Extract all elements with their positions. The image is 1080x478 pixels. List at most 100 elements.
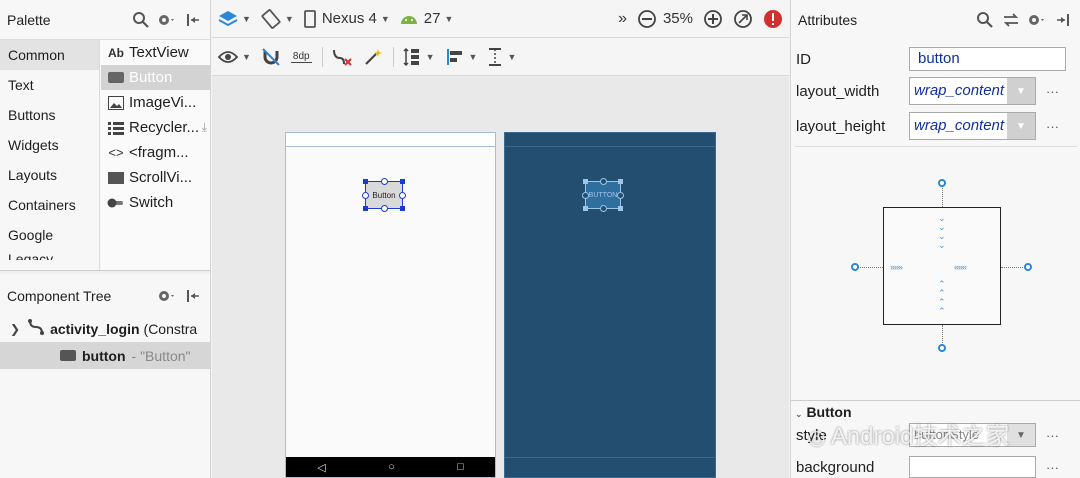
id-field[interactable]: button bbox=[909, 47, 1066, 71]
category-buttons[interactable]: Buttons bbox=[0, 100, 99, 130]
guidelines-button[interactable]: ▼ bbox=[487, 47, 516, 67]
search-icon[interactable] bbox=[130, 9, 152, 31]
zoom-fit-icon[interactable] bbox=[733, 9, 753, 29]
right-anchor-icon[interactable] bbox=[1024, 263, 1032, 271]
more-icon[interactable]: ··· bbox=[1046, 428, 1059, 443]
vertical-size-icon[interactable]: ⌃ ⌃ ⌃ ⌃ bbox=[938, 280, 946, 316]
layout-height-dropdown[interactable]: wrap_content ▼ bbox=[909, 112, 1036, 140]
design-preview[interactable]: Button ◁ ○ □ bbox=[285, 132, 496, 478]
blueprint-button[interactable]: BUTTON bbox=[582, 178, 624, 212]
status-bar bbox=[286, 133, 495, 147]
hide-panel-icon[interactable] bbox=[182, 285, 204, 307]
palette-item-label: <fragm... bbox=[129, 144, 189, 161]
fragment-icon: <> bbox=[108, 145, 124, 160]
preview-button[interactable]: Button bbox=[362, 178, 406, 212]
phone-icon bbox=[303, 9, 316, 28]
bottom-anchor-icon[interactable] bbox=[938, 344, 946, 352]
more-icon[interactable]: ··· bbox=[1046, 119, 1059, 134]
resize-handle[interactable] bbox=[400, 206, 405, 211]
left-anchor-icon[interactable] bbox=[851, 263, 859, 271]
chevron-down-icon[interactable]: ▼ bbox=[1007, 113, 1035, 139]
constraint-handle-left[interactable] bbox=[362, 192, 369, 199]
left-panel: Palette Common Text Buttons Widgets Layo… bbox=[0, 0, 211, 478]
palette-item-button[interactable]: Button bbox=[101, 65, 210, 90]
category-layouts[interactable]: Layouts bbox=[0, 160, 99, 190]
palette-item-textview[interactable]: Ab TextView bbox=[101, 40, 210, 65]
scrollview-icon bbox=[107, 171, 125, 184]
layout-toolbar: ▼ 8dp ▼ ▼ ▼ bbox=[212, 38, 789, 76]
hide-panel-icon[interactable] bbox=[182, 9, 204, 31]
constraint-handle-top[interactable] bbox=[600, 178, 607, 185]
palette-item-label: Recycler... bbox=[129, 119, 200, 136]
category-text[interactable]: Text bbox=[0, 70, 99, 100]
horizontal-size-icon[interactable]: ‹‹‹‹‹‹ bbox=[954, 263, 967, 272]
palette-item-recyclerview[interactable]: Recycler... ⤓ bbox=[101, 115, 210, 140]
constraint-handle-bottom[interactable] bbox=[600, 205, 607, 212]
panel-splitter[interactable] bbox=[0, 270, 210, 274]
error-icon[interactable] bbox=[763, 9, 783, 29]
resize-handle[interactable] bbox=[400, 179, 405, 184]
default-margin-button[interactable]: 8dp bbox=[290, 51, 312, 63]
category-containers[interactable]: Containers bbox=[0, 190, 99, 220]
resize-handle[interactable] bbox=[618, 179, 623, 184]
category-google[interactable]: Google bbox=[0, 220, 99, 250]
download-icon[interactable]: ⤓ bbox=[202, 120, 207, 135]
palette-item-switch[interactable]: Switch bbox=[101, 190, 210, 215]
vertical-size-icon[interactable]: ⌄ ⌄ ⌄ ⌄ bbox=[938, 214, 946, 250]
gear-icon[interactable] bbox=[1026, 9, 1048, 31]
more-icon[interactable]: ··· bbox=[1046, 84, 1059, 99]
horizontal-size-icon[interactable]: ›››››› bbox=[890, 263, 903, 272]
chevron-down-icon[interactable]: ⌄ bbox=[795, 409, 803, 419]
blueprint-nav-bar bbox=[505, 457, 715, 477]
zoom-out-icon[interactable] bbox=[637, 9, 657, 29]
chevron-down-icon[interactable]: ▼ bbox=[1007, 78, 1035, 104]
device-selector[interactable]: Nexus 4 ▼ bbox=[303, 9, 390, 28]
clear-constraints-button[interactable] bbox=[331, 47, 353, 67]
search-icon[interactable] bbox=[974, 9, 996, 31]
resize-handle[interactable] bbox=[618, 206, 623, 211]
constraint-handle-left[interactable] bbox=[582, 192, 589, 199]
api-selector[interactable]: 27 ▼ bbox=[400, 10, 453, 27]
layout-width-dropdown[interactable]: wrap_content ▼ bbox=[909, 77, 1036, 105]
gear-icon[interactable] bbox=[156, 285, 178, 307]
constraint-handle-top[interactable] bbox=[381, 178, 388, 185]
category-widgets[interactable]: Widgets bbox=[0, 130, 99, 160]
gear-icon[interactable] bbox=[156, 9, 178, 31]
tree-row-button[interactable]: button - "Button" bbox=[0, 342, 210, 369]
constraint-handle-right[interactable] bbox=[617, 192, 624, 199]
orientation-button[interactable]: ▼ bbox=[261, 8, 294, 29]
align-icon bbox=[446, 48, 462, 65]
zoom-level: 35% bbox=[662, 10, 693, 27]
infer-constraints-button[interactable] bbox=[363, 47, 383, 67]
palette-item-label: ImageVi... bbox=[129, 94, 197, 111]
more-icon[interactable]: ··· bbox=[1046, 460, 1059, 475]
chevron-down-icon[interactable]: ▼ bbox=[1007, 424, 1035, 446]
resize-handle[interactable] bbox=[583, 179, 588, 184]
resize-handle[interactable] bbox=[363, 206, 368, 211]
blueprint-status-bar bbox=[505, 133, 715, 147]
resize-handle[interactable] bbox=[363, 179, 368, 184]
blueprint-preview[interactable]: BUTTON bbox=[504, 132, 716, 478]
design-surface-button[interactable]: ▼ bbox=[218, 10, 251, 28]
chevron-down-icon[interactable]: ❯ bbox=[10, 322, 20, 336]
zoom-in-icon[interactable] bbox=[703, 9, 723, 29]
design-canvas[interactable]: Button ◁ ○ □ BUTTON bbox=[212, 77, 789, 478]
resize-handle[interactable] bbox=[583, 206, 588, 211]
constraint-handle-bottom[interactable] bbox=[381, 205, 388, 212]
hide-panel-icon[interactable] bbox=[1052, 9, 1074, 31]
constraint-handle-right[interactable] bbox=[399, 192, 406, 199]
palette-item-scrollview[interactable]: ScrollVi... bbox=[101, 165, 210, 190]
overflow-icon[interactable]: » bbox=[618, 10, 627, 28]
category-legacy[interactable]: Legacy bbox=[0, 250, 99, 260]
palette-item-imageview[interactable]: ImageVi... bbox=[101, 90, 210, 115]
palette-item-fragment[interactable]: <> <fragm... bbox=[101, 140, 210, 165]
top-anchor-icon[interactable] bbox=[938, 179, 946, 187]
view-options-button[interactable]: ▼ bbox=[218, 50, 251, 64]
align-button[interactable]: ▼ bbox=[445, 47, 477, 67]
background-field[interactable] bbox=[909, 456, 1036, 478]
tree-row-root[interactable]: ❯ activity_login (Constra bbox=[0, 315, 210, 342]
autoconnect-toggle[interactable] bbox=[261, 47, 281, 67]
pack-button[interactable]: ▼ bbox=[402, 47, 435, 67]
category-common[interactable]: Common bbox=[0, 40, 99, 70]
swap-view-icon[interactable] bbox=[1000, 9, 1022, 31]
